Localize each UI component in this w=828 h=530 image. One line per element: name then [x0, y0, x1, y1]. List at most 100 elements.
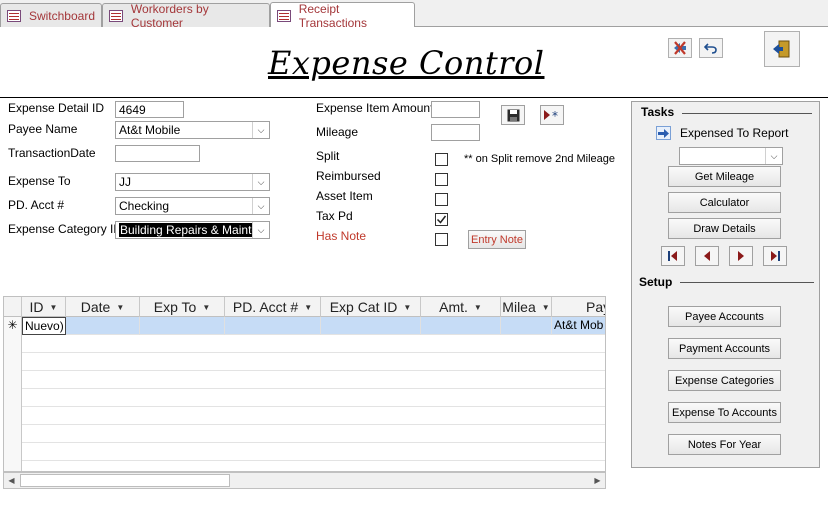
chevron-down-icon[interactable]: ▼ — [50, 303, 58, 312]
tab-label: Workorders by Customer — [130, 1, 209, 30]
undo-button[interactable] — [699, 38, 723, 58]
expense-categories-button[interactable]: Expense Categories — [668, 370, 781, 391]
close-form-button[interactable] — [764, 31, 800, 67]
chevron-down-icon[interactable]: ⌵ — [252, 198, 269, 214]
column-label: Exp To — [153, 299, 197, 315]
report-combo[interactable]: ⌵ — [679, 147, 783, 165]
asset-item-checkbox[interactable] — [435, 193, 448, 206]
date-cell[interactable] — [66, 317, 140, 335]
transactions-datasheet[interactable]: ID ▼ Date ▼ Exp To ▼ PD. Acct # ▼ Exp Cat ID… — [3, 296, 606, 472]
empty-row — [4, 353, 605, 371]
mileage-label: Mileage — [316, 125, 359, 139]
column-header-pd-acct[interactable]: PD. Acct # ▼ — [225, 297, 321, 317]
tasks-panel: Tasks Expensed To Report ⌵ Get Mileage C… — [631, 101, 820, 468]
column-header-exp-to[interactable]: Exp To ▼ — [140, 297, 225, 317]
empty-row — [4, 335, 605, 353]
form-header: Expense Control — [0, 27, 828, 98]
calculator-button[interactable]: Calculator — [668, 192, 781, 213]
chevron-down-icon[interactable]: ▼ — [542, 303, 550, 312]
expense-to-combo[interactable]: JJ ⌵ — [115, 173, 270, 191]
pd-acct-combo[interactable]: Checking ⌵ — [115, 197, 270, 215]
payee-cell[interactable]: At&t Mob — [552, 317, 605, 335]
asset-item-label: Asset Item — [316, 189, 373, 203]
tab-switchboard[interactable]: Switchboard — [0, 3, 102, 27]
column-label: PD. Acct # — [232, 299, 299, 315]
expense-detail-id-field[interactable]: 4649 — [115, 101, 184, 118]
column-header-date[interactable]: Date ▼ — [66, 297, 140, 317]
pd-acct-cell[interactable] — [225, 317, 321, 335]
payment-accounts-button[interactable]: Payment Accounts — [668, 338, 781, 359]
scroll-right-icon[interactable]: ▶ — [590, 473, 605, 488]
reimbursed-label: Reimbursed — [316, 169, 381, 183]
mileage-cell[interactable] — [501, 317, 552, 335]
row-selector — [4, 425, 22, 443]
expense-to-label: Expense To — [8, 174, 71, 188]
scroll-left-icon[interactable]: ◀ — [4, 473, 19, 488]
mileage-field[interactable] — [431, 124, 480, 141]
chevron-down-icon[interactable]: ⌵ — [765, 148, 782, 164]
reimbursed-checkbox[interactable] — [435, 173, 448, 186]
draw-details-button[interactable]: Draw Details — [668, 218, 781, 239]
new-record-button[interactable]: * — [540, 105, 564, 125]
chevron-down-icon[interactable]: ▼ — [304, 303, 312, 312]
first-record-button[interactable] — [661, 246, 685, 266]
expense-detail-id-label: Expense Detail ID — [8, 101, 105, 115]
split-note: ** on Split remove 2nd Mileage — [464, 153, 616, 165]
expense-category-id-label: Expense Category ID — [8, 222, 123, 236]
chevron-down-icon[interactable]: ⌵ — [252, 174, 269, 190]
expense-category-id-combo[interactable]: Building Repairs & Maintenan ⌵ — [115, 221, 270, 239]
payee-accounts-button[interactable]: Payee Accounts — [668, 306, 781, 327]
pd-acct-value: Checking — [119, 199, 170, 213]
last-record-icon — [771, 251, 780, 261]
expense-item-amount-field[interactable] — [431, 101, 480, 118]
exp-to-cell[interactable] — [140, 317, 225, 335]
form-icon — [7, 9, 21, 22]
chevron-down-icon[interactable]: ▼ — [403, 303, 411, 312]
sort-filter-icon[interactable]: ▼ — [116, 303, 124, 312]
new-record-row[interactable]: ✳ Nuevo) At&t Mob — [4, 317, 605, 335]
datasheet-header: ID ▼ Date ▼ Exp To ▼ PD. Acct # ▼ Exp Cat ID… — [4, 297, 605, 317]
tax-pd-checkbox[interactable] — [435, 213, 448, 226]
tasks-heading: Tasks — [641, 105, 675, 119]
get-mileage-button[interactable]: Get Mileage — [668, 166, 781, 187]
transaction-date-field[interactable] — [115, 145, 200, 162]
svg-text:*: * — [552, 109, 558, 121]
previous-record-button[interactable] — [695, 246, 719, 266]
chevron-down-icon[interactable]: ⌵ — [252, 222, 269, 238]
select-all-corner[interactable] — [4, 297, 22, 317]
expensed-to-report-button[interactable] — [656, 126, 671, 140]
row-selector — [4, 353, 22, 371]
column-header-mileage[interactable]: Milea ▼ — [501, 297, 552, 317]
tab-workorders-by-customer[interactable]: Workorders by Customer — [102, 1, 270, 30]
empty-row — [4, 389, 605, 407]
exp-cat-id-cell[interactable] — [321, 317, 421, 335]
amt-cell[interactable] — [421, 317, 501, 335]
column-header-payee[interactable]: Pay — [552, 297, 605, 317]
chevron-down-icon[interactable]: ▼ — [202, 303, 210, 312]
datasheet-horizontal-scrollbar[interactable]: ◀ ▶ — [3, 472, 606, 489]
undo-icon — [704, 43, 717, 54]
save-record-button[interactable] — [501, 105, 525, 125]
scrollbar-thumb[interactable] — [20, 474, 230, 487]
last-record-button[interactable] — [763, 246, 787, 266]
notes-for-year-button[interactable]: Notes For Year — [668, 434, 781, 455]
chevron-down-icon[interactable]: ▼ — [474, 303, 482, 312]
new-record-icon: * — [544, 109, 558, 121]
expense-to-accounts-button[interactable]: Expense To Accounts — [668, 402, 781, 423]
expense-to-value: JJ — [119, 175, 131, 189]
split-checkbox[interactable] — [435, 153, 448, 166]
chevron-down-icon[interactable]: ⌵ — [252, 122, 269, 138]
next-record-button[interactable] — [729, 246, 753, 266]
column-header-amt[interactable]: Amt. ▼ — [421, 297, 501, 317]
id-cell[interactable]: Nuevo) — [22, 317, 66, 335]
entry-note-button[interactable]: Entry Note — [468, 230, 526, 249]
column-label: Exp Cat ID — [329, 299, 398, 315]
column-header-exp-cat-id[interactable]: Exp Cat ID ▼ — [321, 297, 421, 317]
tab-receipt-transactions[interactable]: Receipt Transactions — [270, 2, 415, 30]
new-record-asterisk-icon[interactable]: ✳ — [4, 317, 22, 335]
column-label: Milea — [502, 299, 536, 315]
has-note-checkbox[interactable] — [435, 233, 448, 246]
column-header-id[interactable]: ID ▼ — [22, 297, 66, 317]
undo-delete-button[interactable] — [668, 38, 692, 58]
payee-name-combo[interactable]: At&t Mobile ⌵ — [115, 121, 270, 139]
